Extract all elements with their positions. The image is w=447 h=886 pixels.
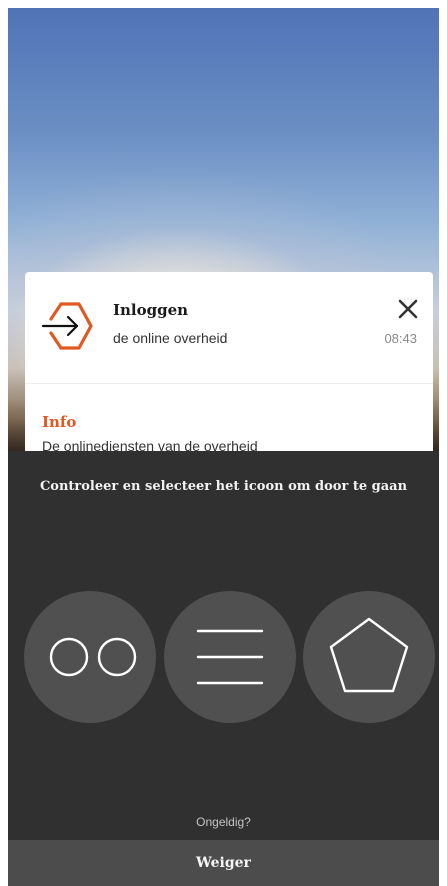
two-circles-icon [49,637,137,677]
app-screen: Inloggen de online overheid 08:43 Info D… [8,8,439,886]
info-heading: Info [42,413,77,431]
close-icon[interactable] [397,298,419,320]
notification-card: Inloggen de online overheid 08:43 Info D… [25,272,433,462]
pentagon-icon [329,617,409,693]
choice-button-three-lines[interactable] [164,591,296,723]
notification-subtitle: de online overheid [113,330,228,346]
notification-time: 08:43 [384,331,417,346]
notification-title: Inloggen [113,301,189,319]
three-lines-icon [196,629,264,685]
choice-button-two-circles[interactable] [24,591,156,723]
icon-challenge-panel: Controleer en selecteer het icoon om doo… [8,451,439,886]
choice-button-pentagon[interactable] [303,591,435,723]
challenge-instruction: Controleer en selecteer het icoon om doo… [39,479,408,494]
invalid-link[interactable]: Ongeldig? [8,815,439,829]
reject-button[interactable]: Weiger [8,840,439,886]
card-divider [25,383,433,384]
login-arrow-hexagon-icon [39,296,99,356]
